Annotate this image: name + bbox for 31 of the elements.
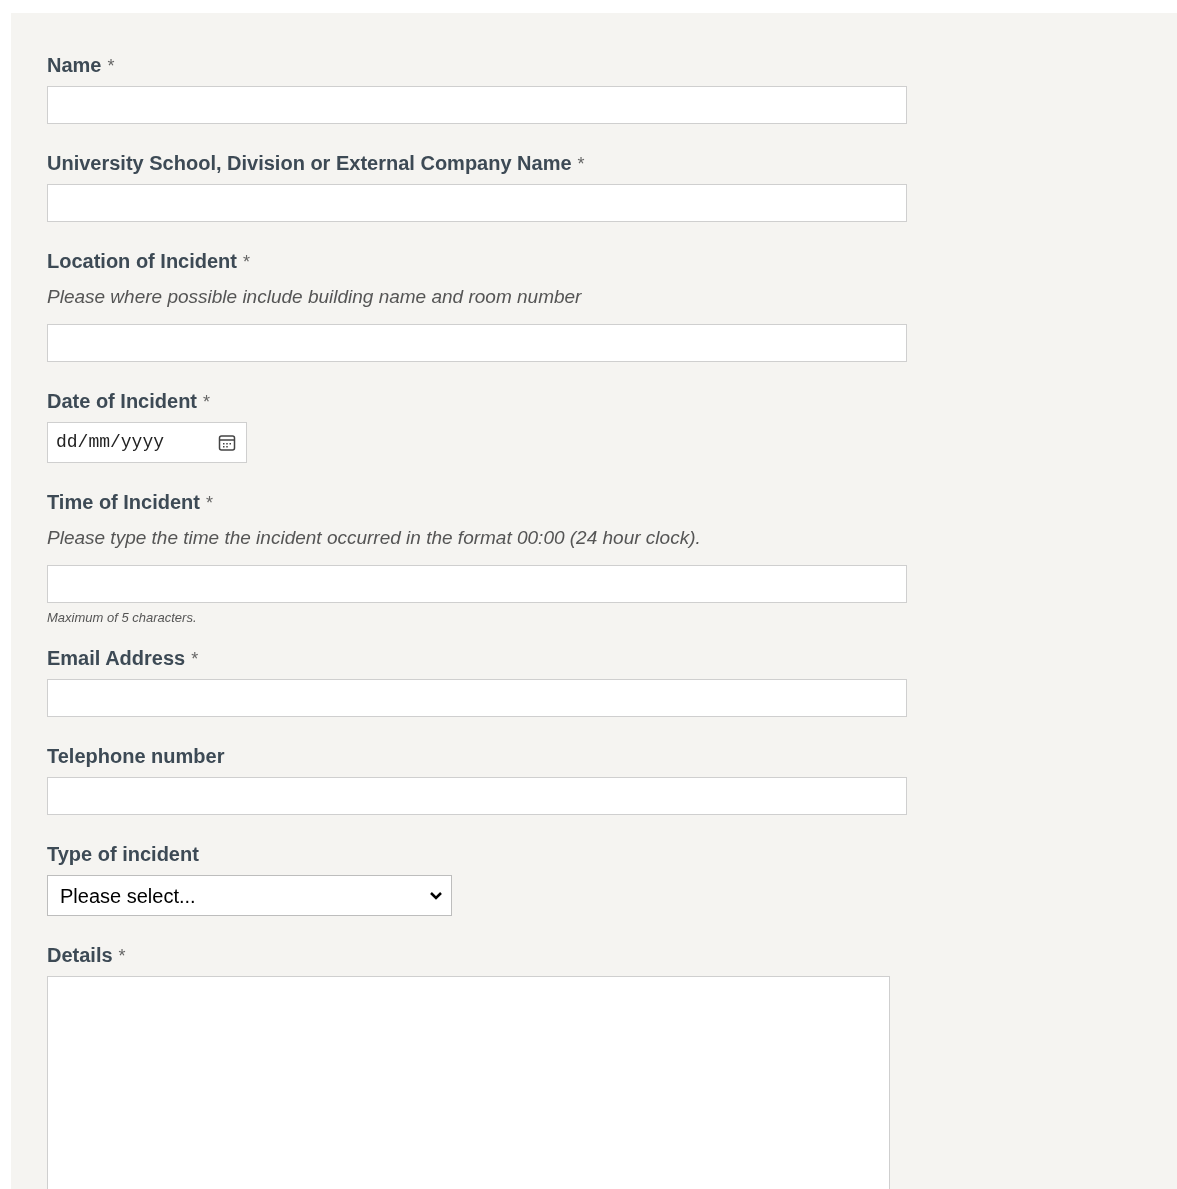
required-mark: * (118, 945, 126, 968)
help-text: Maximum of 5 characters. (47, 610, 198, 626)
field-label: Date of Incident (47, 389, 197, 413)
required-mark: * (191, 648, 199, 671)
required-mark: * (577, 153, 585, 176)
field-label: University School, Division or External Company Name (47, 151, 572, 175)
text-field[interactable] (47, 777, 907, 815)
text-field[interactable] (47, 565, 907, 603)
required-mark: * (203, 391, 211, 414)
calendar-icon[interactable] (217, 432, 237, 453)
date-placeholder: dd/mm/yyyy (56, 431, 165, 454)
details-text-area[interactable] (47, 976, 890, 1189)
chevron-down-icon (429, 890, 443, 901)
field-label: Email Address (47, 646, 186, 670)
incident-type-dropdown[interactable]: Please select... (47, 875, 452, 916)
text-field[interactable] (47, 679, 907, 717)
text-field[interactable] (47, 86, 907, 124)
field-hint: Please where possible include building name and room number (47, 285, 583, 309)
field-label: Type of incident (47, 842, 199, 866)
field-hint: Please type the time the incident occurred in the format 00:00 (24 hour clock). (47, 526, 702, 550)
field-label: Time of Incident (47, 490, 200, 514)
date-field[interactable]: dd/mm/yyyy (47, 422, 247, 463)
required-mark: * (243, 251, 250, 274)
field-label: Location of Incident (47, 249, 237, 273)
field-label: Details (47, 943, 113, 967)
text-field[interactable] (47, 324, 907, 362)
required-mark: * (107, 55, 115, 78)
text-field[interactable] (47, 184, 907, 222)
required-mark: * (206, 492, 213, 515)
field-label: Telephone number (47, 744, 225, 768)
field-label: Name (47, 53, 102, 77)
